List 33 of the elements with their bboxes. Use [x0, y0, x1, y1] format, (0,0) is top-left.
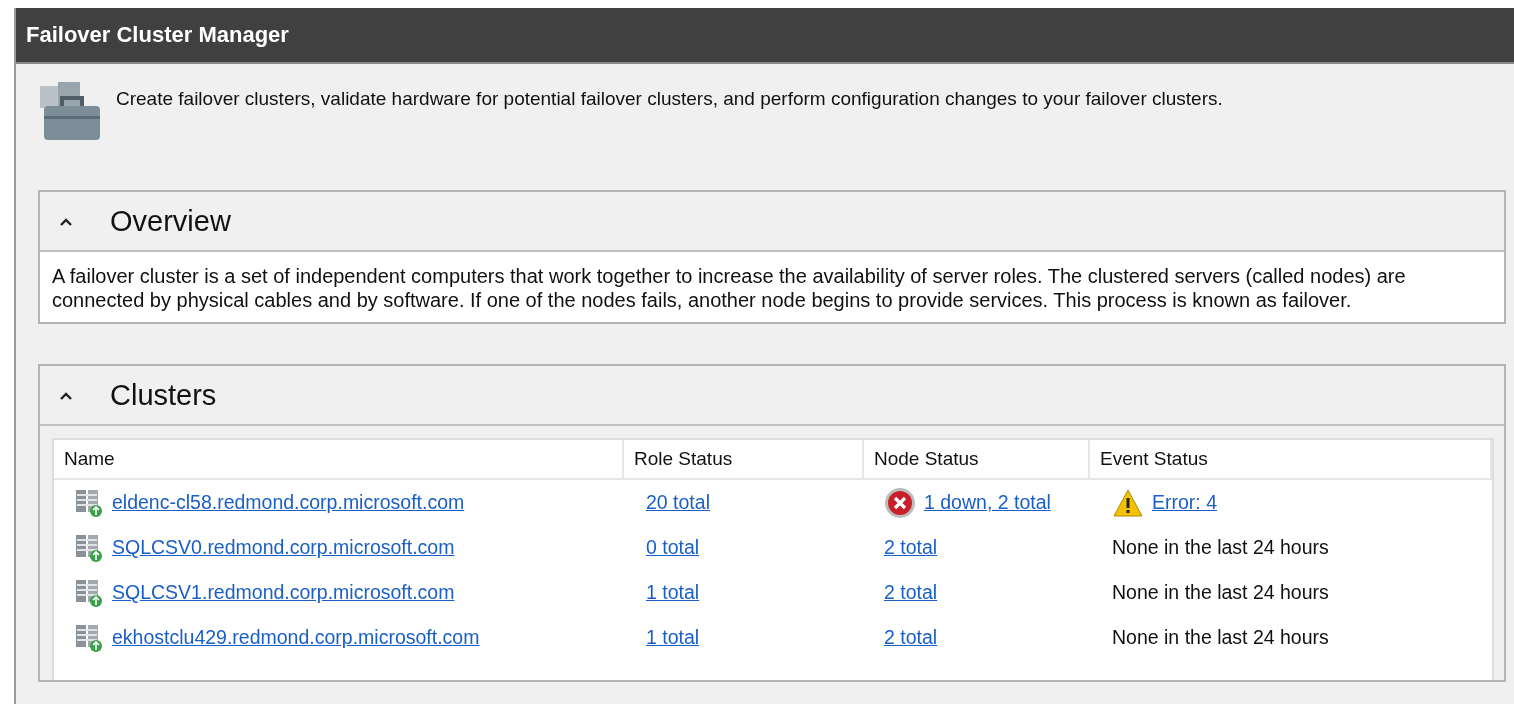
status-text: None in the last 24 hours [1112, 581, 1329, 604]
window-title: Failover Cluster Manager [26, 22, 289, 48]
server-cluster-icon [74, 622, 104, 653]
cluster-link[interactable]: ekhostclu429.redmond.corp.microsoft.com [112, 626, 480, 649]
status-link[interactable]: 1 total [646, 626, 700, 649]
cluster-link[interactable]: SQLCSV0.redmond.corp.microsoft.com [112, 536, 455, 559]
server-cluster-icon [74, 532, 104, 563]
caret-up-icon [59, 216, 73, 226]
intro-text: Create failover clusters, validate hardware for potential failover clusters, and perform configuration changes to your failover clusters. [116, 88, 1223, 110]
status-link[interactable]: 1 total [646, 581, 700, 604]
column-header[interactable]: Node Status [864, 440, 1090, 480]
column-header[interactable]: Event Status [1090, 440, 1492, 480]
status-text: None in the last 24 hours [1112, 536, 1329, 559]
status-link[interactable]: Error: 4 [1152, 491, 1217, 514]
cluster-link[interactable]: eldenc-cl58.redmond.corp.microsoft.com [112, 491, 465, 514]
error-icon [884, 486, 916, 519]
status-link[interactable]: 20 total [646, 491, 710, 514]
status-link[interactable]: 2 total [884, 626, 938, 649]
status-link[interactable]: 0 total [646, 536, 700, 559]
overview-text: A failover cluster is a set of independent computers that work together to increase the availability of server roles. The clustered servers (called nodes) are connected by physical cables and by software. If one of the nodes fails, another node begins to provide services. This process is known as failover. [52, 264, 1407, 312]
warning-icon [1112, 487, 1144, 518]
status-link[interactable]: 2 total [884, 536, 938, 559]
server-cluster-icon [74, 487, 104, 518]
status-text: None in the last 24 hours [1112, 626, 1329, 649]
cluster-link[interactable]: SQLCSV1.redmond.corp.microsoft.com [112, 581, 455, 604]
column-header[interactable]: Role Status [624, 440, 864, 480]
section-title: Clusters [110, 378, 217, 412]
column-header[interactable]: Name [54, 440, 624, 480]
status-link[interactable]: 2 total [884, 581, 938, 604]
section-title: Overview [110, 204, 231, 238]
caret-up-icon [59, 390, 73, 400]
status-link[interactable]: 1 down, 2 total [924, 491, 1051, 514]
server-cluster-icon [74, 577, 104, 608]
